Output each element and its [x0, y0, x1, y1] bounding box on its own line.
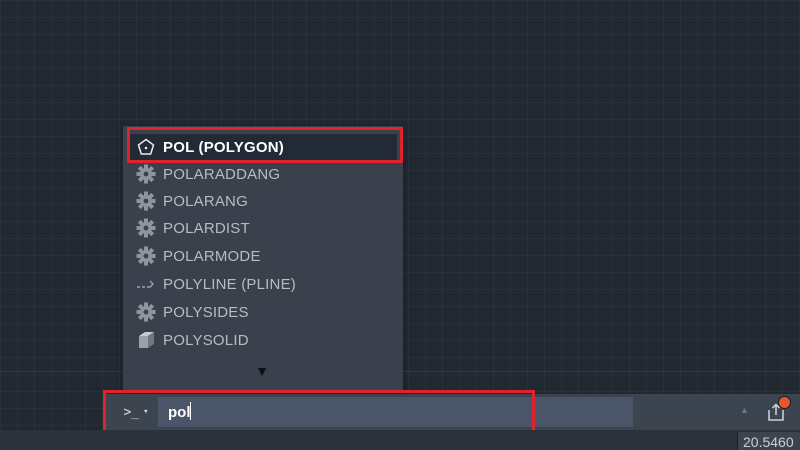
command-history-arrow[interactable]: ▲ — [740, 405, 749, 415]
autocomplete-item-polyline[interactable]: POLYLINE (PLINE) — [135, 271, 397, 297]
autocomplete-item-polysolid[interactable]: POLYSOLID — [135, 327, 397, 353]
autocomplete-item-label: POLARDIST — [163, 219, 250, 237]
autocomplete-item-polarmode[interactable]: POLARMODE — [135, 243, 397, 269]
gear-icon — [135, 245, 157, 267]
prompt-symbol: >_ — [123, 404, 140, 420]
polygon-icon — [135, 136, 157, 158]
command-prompt-button[interactable]: >_ ▾ — [111, 394, 161, 430]
scroll-more-arrow[interactable]: ▼ — [255, 364, 269, 378]
autocomplete-item-label: POLYSOLID — [163, 331, 249, 349]
autocomplete-item-polarang[interactable]: POLARANG — [135, 188, 397, 214]
autocomplete-item-label: POLYSIDES — [163, 303, 249, 321]
polysolid-icon — [135, 329, 157, 351]
command-input[interactable] — [158, 397, 633, 427]
autocomplete-item-label: POLYLINE (PLINE) — [163, 275, 296, 293]
polyline-icon — [135, 273, 157, 295]
autocomplete-item-label: POLARADDANG — [163, 165, 281, 183]
chevron-down-icon: ▾ — [143, 407, 149, 417]
autocomplete-item-label: POLARANG — [163, 192, 248, 210]
autocomplete-item-polardist[interactable]: POLARDIST — [135, 215, 397, 241]
autocomplete-item-polygon[interactable]: POL (POLYGON) — [127, 134, 397, 160]
command-line-bar: >_ ▾ — [103, 394, 800, 430]
gear-icon — [135, 301, 157, 323]
gear-icon — [135, 190, 157, 212]
text-cursor — [190, 402, 191, 420]
coordinate-readout: 20.5460 — [737, 432, 800, 450]
autocomplete-item-label: POL (POLYGON) — [163, 138, 284, 156]
autocomplete-item-polysides[interactable]: POLYSIDES — [135, 299, 397, 325]
autocomplete-item-label: POLARMODE — [163, 247, 261, 265]
gear-icon — [135, 163, 157, 185]
autocomplete-popup: POL (POLYGON) POLARADDANG POLARANG POLAR… — [123, 126, 403, 392]
gear-icon — [135, 217, 157, 239]
notification-dot — [778, 396, 791, 409]
autocomplete-item-polaraddang[interactable]: POLARADDANG — [135, 161, 397, 187]
status-bar — [0, 430, 800, 450]
